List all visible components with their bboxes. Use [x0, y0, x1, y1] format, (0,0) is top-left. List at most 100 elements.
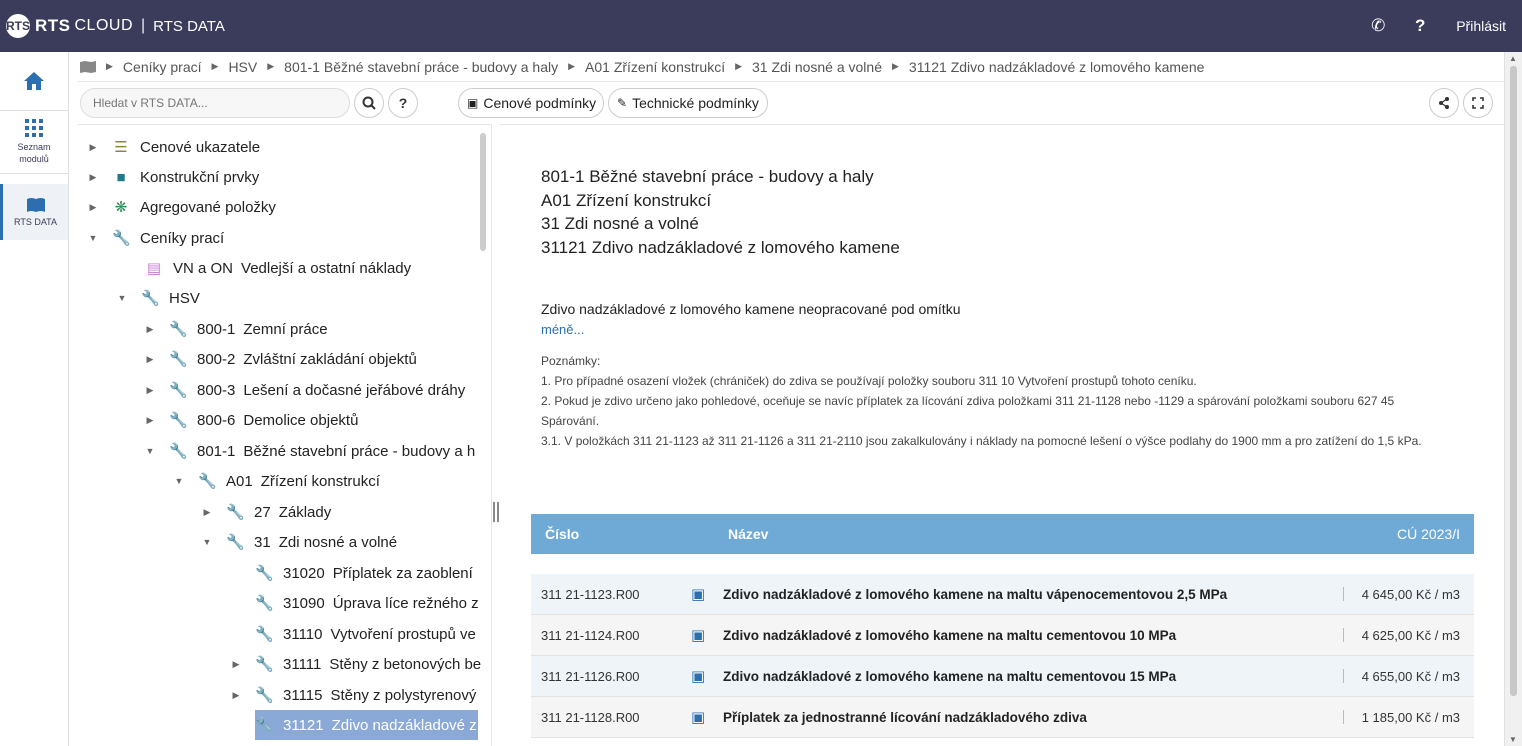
login-link[interactable]: Přihlásit — [1456, 18, 1506, 34]
book-icon[interactable]: ▣ — [691, 585, 705, 603]
row-name: Zdivo nadzákladové z lomového kamene na … — [723, 668, 1177, 684]
tree-item[interactable]: ▶ 🔧 27 Základy — [202, 497, 332, 527]
tree-item[interactable]: ▶ 🔧 800-1 Zemní práce — [145, 314, 328, 344]
tree-item[interactable]: ▤ VN a ON Vedlejší a ostatní náklady — [145, 253, 411, 283]
row-price: 4 625,00 Kč / m3 — [1361, 627, 1460, 643]
tree-item[interactable]: ▼ 🔧 801-1 Běžné stavební práce - budovy … — [145, 436, 476, 466]
search-input[interactable] — [80, 88, 350, 118]
book-icon[interactable]: ▣ — [691, 626, 705, 644]
book-icon[interactable]: ▣ — [691, 708, 705, 726]
tree-scrollbar[interactable] — [480, 133, 486, 251]
tree-item[interactable]: ▼ 🔧 HSV — [117, 283, 200, 313]
home-icon — [24, 72, 44, 90]
tree-item-code: 31115 — [283, 686, 323, 704]
tree-item-label: Příplatek za zaoblení — [332, 564, 473, 582]
scroll-down-icon[interactable]: ▼ — [1509, 735, 1517, 744]
wrench-icon: 🔧 — [198, 473, 217, 490]
header-number[interactable]: Číslo — [545, 526, 579, 542]
breadcrumb: ▶ Ceníky prací ▶ HSV ▶ 801-1 Běžné stave… — [78, 52, 1504, 82]
tech-conditions-button[interactable]: ✎ Technické podmínky — [608, 88, 768, 118]
collapse-arrow-icon[interactable]: ▼ — [202, 537, 212, 547]
book-icon — [26, 198, 45, 212]
expand-arrow-icon[interactable]: ▶ — [88, 142, 98, 153]
collapse-arrow-icon[interactable]: ▼ — [88, 233, 98, 243]
grid-icon — [25, 119, 43, 137]
expand-arrow-icon[interactable]: ▶ — [145, 354, 155, 365]
tree-item[interactable]: ▶ 🔧 31115 Stěny z polystyrenový — [231, 680, 477, 710]
tree-item[interactable]: ▶ 🔧 31111 Stěny z betonových be — [231, 649, 482, 679]
tree-item[interactable]: ▶ 🔧 800-6 Demolice objektů — [145, 405, 359, 435]
page-scrollbar[interactable]: ▲ ▼ — [1504, 52, 1522, 746]
expand-arrow-icon[interactable]: ▶ — [88, 172, 98, 183]
help-icon[interactable]: ? — [1408, 16, 1432, 36]
breadcrumb-item[interactable]: 801-1 Běžné stavební práce - budovy a ha… — [284, 59, 558, 75]
table-row[interactable]: 311 21-1126.R00 ▣ Zdivo nadzákladové z l… — [531, 656, 1474, 697]
breadcrumb-item[interactable]: HSV — [228, 59, 257, 75]
collapse-arrow-icon[interactable]: ▼ — [117, 293, 127, 303]
heading-line: 801-1 Běžné stavební práce - budovy a ha… — [541, 167, 874, 186]
logo-rts: RTS — [35, 16, 71, 35]
fullscreen-button[interactable] — [1463, 88, 1493, 118]
less-link[interactable]: méně... — [541, 322, 584, 337]
header-name[interactable]: Název — [728, 526, 768, 542]
tree-item[interactable]: 🔧 31110 Vytvoření prostupů ve — [255, 619, 476, 649]
home-button[interactable] — [0, 52, 68, 110]
price-conditions-button[interactable]: ▣ Cenové podmínky — [458, 88, 604, 118]
rts-data-button[interactable]: RTS DATA — [0, 184, 68, 240]
tree-item[interactable]: 🔧 31090 Úprava líce režného z — [255, 588, 479, 618]
rts-cloud-logo[interactable]: RTS RTS CLOUD | RTS DATA — [6, 14, 225, 38]
table-row[interactable]: 311 21-1128.R00 ▣ Příplatek za jednostra… — [531, 697, 1474, 738]
tree-item[interactable]: ▶ ■ Konstrukční prvky — [88, 162, 260, 192]
row-divider — [1343, 669, 1344, 683]
search-button[interactable] — [354, 88, 384, 118]
share-button[interactable] — [1429, 88, 1459, 118]
tree-item-code: 800-6 — [197, 411, 236, 429]
help-button[interactable]: ? — [388, 88, 418, 118]
collapse-arrow-icon[interactable]: ▼ — [174, 476, 184, 486]
tree-item-label: Demolice objektů — [243, 411, 359, 429]
tree-item-code: VN a ON — [173, 259, 234, 277]
collapse-arrow-icon[interactable]: ▼ — [145, 446, 155, 456]
logo-separator: | — [141, 17, 146, 34]
tree-item[interactable]: ▶ 🔧 800-2 Zvláštní zakládání objektů — [145, 344, 417, 374]
tree-item[interactable]: ▶ ❋ Agregované položky — [88, 192, 276, 222]
book-icon[interactable]: ▣ — [691, 667, 705, 685]
heading-line: A01 Zřízení konstrukcí — [541, 190, 712, 210]
expand-arrow-icon[interactable]: ▶ — [145, 324, 155, 335]
expand-arrow-icon[interactable]: ▶ — [145, 415, 155, 426]
wrench-icon: 🔧 — [169, 443, 188, 460]
tree-item-code: 31110 — [283, 625, 323, 643]
map-icon[interactable] — [80, 60, 96, 73]
rts-data-label: RTS DATA — [13, 217, 57, 227]
table-row[interactable]: 311 21-1123.R00 ▣ Zdivo nadzákladové z l… — [531, 574, 1474, 615]
breadcrumb-item[interactable]: 31 Zdi nosné a volné — [752, 59, 882, 75]
expand-arrow-icon[interactable]: ▶ — [202, 507, 212, 518]
category-tree: ▶ ☰ Cenové ukazatele ▶ ■ Konstrukční prv… — [78, 124, 492, 746]
tree-item[interactable]: ▶ ☰ Cenové ukazatele — [88, 132, 261, 162]
breadcrumb-item[interactable]: A01 Zřízení konstrukcí — [585, 59, 725, 75]
tree-item[interactable]: ▼ 🔧 A01 Zřízení konstrukcí — [174, 466, 380, 496]
expand-arrow-icon[interactable]: ▶ — [231, 659, 241, 670]
expand-arrow-icon[interactable]: ▶ — [145, 385, 155, 396]
tree-item-label: Úprava líce režného z — [332, 594, 479, 612]
tree-item-selected[interactable]: 🔧 31121 Zdivo nadzákladové z — [255, 710, 478, 740]
panel-splitter[interactable] — [493, 502, 499, 522]
expand-arrow-icon[interactable]: ▶ — [231, 690, 241, 701]
row-price: 1 185,00 Kč / m3 — [1361, 709, 1460, 725]
tree-item[interactable]: ▶ 🔧 800-3 Lešení a dočasné jeřábové dráh… — [145, 375, 466, 405]
tree-item[interactable]: ▼ 🔧 Ceníky prací — [88, 223, 225, 253]
breadcrumb-item-current[interactable]: 31121 Zdivo nadzákladové z lomového kame… — [909, 59, 1204, 75]
modules-button[interactable]: Seznam modulů — [0, 111, 68, 173]
scrollbar-thumb[interactable] — [1510, 66, 1517, 696]
table-row[interactable]: 311 21-1124.R00 ▣ Zdivo nadzákladové z l… — [531, 615, 1474, 656]
tree-item[interactable]: ▼ 🔧 31 Zdi nosné a volné — [202, 527, 398, 557]
scroll-up-icon[interactable]: ▲ — [1509, 54, 1517, 63]
tree-item[interactable]: 🔧 31020 Příplatek za zaoblení — [255, 558, 473, 588]
phone-icon[interactable]: ✆ — [1366, 16, 1390, 36]
tree-item-label: Konstrukční prvky — [140, 168, 260, 186]
header-price[interactable]: CÚ 2023/I — [1397, 526, 1460, 542]
breadcrumb-separator-icon: ▶ — [106, 61, 113, 71]
wrench-icon: 🔧 — [226, 534, 245, 551]
expand-arrow-icon[interactable]: ▶ — [88, 202, 98, 213]
breadcrumb-item[interactable]: Ceníky prací — [123, 59, 202, 75]
